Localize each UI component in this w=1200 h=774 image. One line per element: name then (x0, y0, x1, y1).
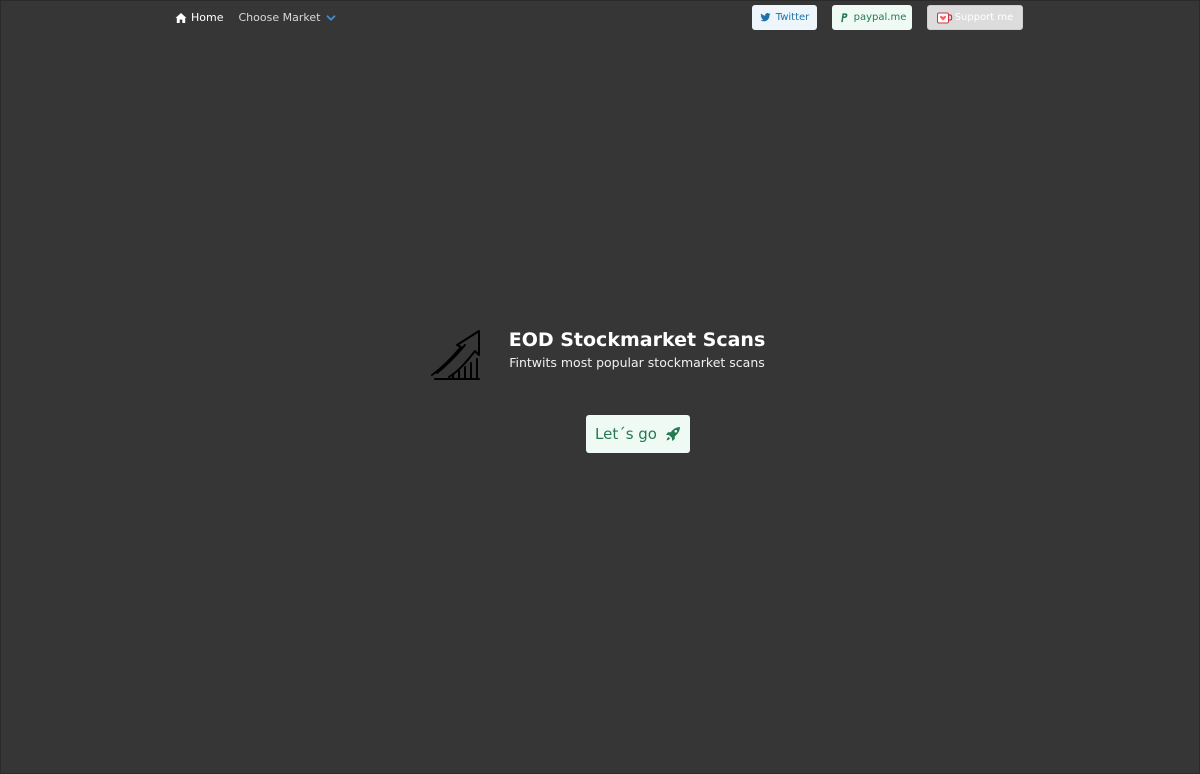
home-icon (175, 12, 187, 24)
nav-right: Twitter paypal.me Support me (737, 5, 1023, 30)
page-subtitle: Fintwits most popular stockmarket scans (509, 355, 765, 370)
nav-left: Home Choose Market (175, 11, 336, 24)
choose-market-dropdown[interactable]: Choose Market (238, 11, 336, 24)
twitter-icon (760, 12, 771, 23)
paypal-icon (838, 12, 849, 23)
page-title: EOD Stockmarket Scans (508, 329, 766, 351)
lets-go-label: Let´s go (595, 425, 657, 443)
lets-go-button[interactable]: Let´s go (586, 415, 690, 453)
twitter-label: Twitter (775, 12, 810, 23)
rocket-icon (665, 426, 681, 442)
top-navbar: Home Choose Market Twitter paypal.me Sup… (1, 1, 1199, 37)
support-me-button[interactable]: Support me (927, 5, 1023, 30)
nav-home-label: Home (191, 11, 224, 24)
twitter-button[interactable]: Twitter (752, 5, 817, 30)
nav-home-link[interactable]: Home (175, 11, 223, 24)
choose-market-label: Choose Market (238, 11, 321, 24)
support-me-label: Support me (954, 12, 1014, 23)
ko-fi-cup-icon (936, 12, 953, 24)
paypal-button[interactable]: paypal.me (832, 5, 912, 30)
chevron-down-icon (326, 13, 336, 23)
paypal-label: paypal.me (853, 12, 907, 23)
app-window: Home Choose Market Twitter paypal.me Sup… (0, 0, 1200, 774)
